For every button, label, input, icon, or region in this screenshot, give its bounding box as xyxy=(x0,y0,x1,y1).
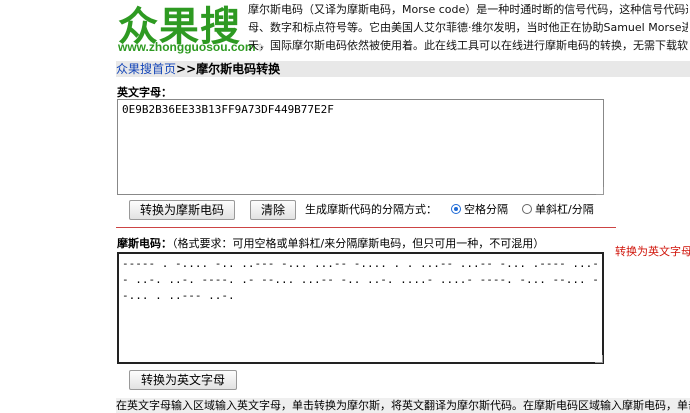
morse-hint: （格式要求：可用空格或单斜杠/来分隔摩斯电码，但只可用一种，不可混用） xyxy=(172,237,545,250)
section-divider xyxy=(116,227,616,228)
radio-selected-icon[interactable] xyxy=(451,204,461,214)
side-to-english-link[interactable]: 转换为英文字母 xyxy=(615,243,690,259)
footer-instructions: 在英文字母输入区域输入英文字母，单击转换为摩尔斯，将英文翻译为摩尔斯代码。在摩斯… xyxy=(116,398,690,413)
to-morse-button[interactable]: 转换为摩斯电码 xyxy=(129,200,235,220)
english-input[interactable]: 0E9B2B36EE33B13FF9A73DF449B77E2F xyxy=(117,99,604,195)
intro-text: 摩尔斯电码（又译为摩斯电码，Morse code）是一种时通时断的信号代码，这种… xyxy=(248,1,688,55)
morse-label: 摩斯电码： xyxy=(117,237,172,250)
english-label: 英文字母： xyxy=(117,86,172,99)
separator-label: 生成摩斯代码的分隔方式： xyxy=(305,203,437,216)
logo-url: www.zhongguosou.com个 xyxy=(118,40,265,54)
to-english-button[interactable]: 转换为英文字母 xyxy=(129,370,237,390)
clear-button[interactable]: 清除 xyxy=(250,200,296,220)
breadcrumb-separator: >> xyxy=(176,62,197,76)
header: 众果搜 www.zhongguosou.com个 摩尔斯电码（又译为摩斯电码，M… xyxy=(0,0,690,60)
intro-line: 母、数字和标点符号等。它由美国人艾尔菲德·维尔发明，当时他正在协助Samuel … xyxy=(248,21,688,34)
morse-label-row: 摩斯电码：（格式要求：可用空格或单斜杠/来分隔摩斯电码，但只可用一种，不可混用） xyxy=(117,237,544,251)
english-resize-handle[interactable] xyxy=(596,187,604,195)
morse-input[interactable]: ----- . -.... -.. ..--- -... ...-- -....… xyxy=(117,252,604,364)
radio-slash-separator[interactable]: 单斜杠/分隔 xyxy=(522,203,594,217)
radio-space-separator[interactable]: 空格分隔 xyxy=(451,203,508,217)
intro-line: 摩尔斯电码（又译为摩斯电码，Morse code）是一种时通时断的信号代码，这种… xyxy=(248,3,688,16)
breadcrumb: 众果搜首页>>摩尔斯电码转换 xyxy=(116,61,690,77)
site-logo[interactable]: 众果搜 www.zhongguosou.com个 xyxy=(116,0,265,58)
radio-unselected-icon[interactable] xyxy=(522,204,532,214)
breadcrumb-current: 摩尔斯电码转换 xyxy=(196,62,281,76)
morse-resize-handle[interactable] xyxy=(595,355,603,363)
breadcrumb-home-link[interactable]: 众果搜首页 xyxy=(116,62,176,76)
intro-line: 天，国际摩尔斯电码依然被使用着。此在线工具可以在线进行摩斯电码的转换，无需下载软… xyxy=(248,39,688,52)
